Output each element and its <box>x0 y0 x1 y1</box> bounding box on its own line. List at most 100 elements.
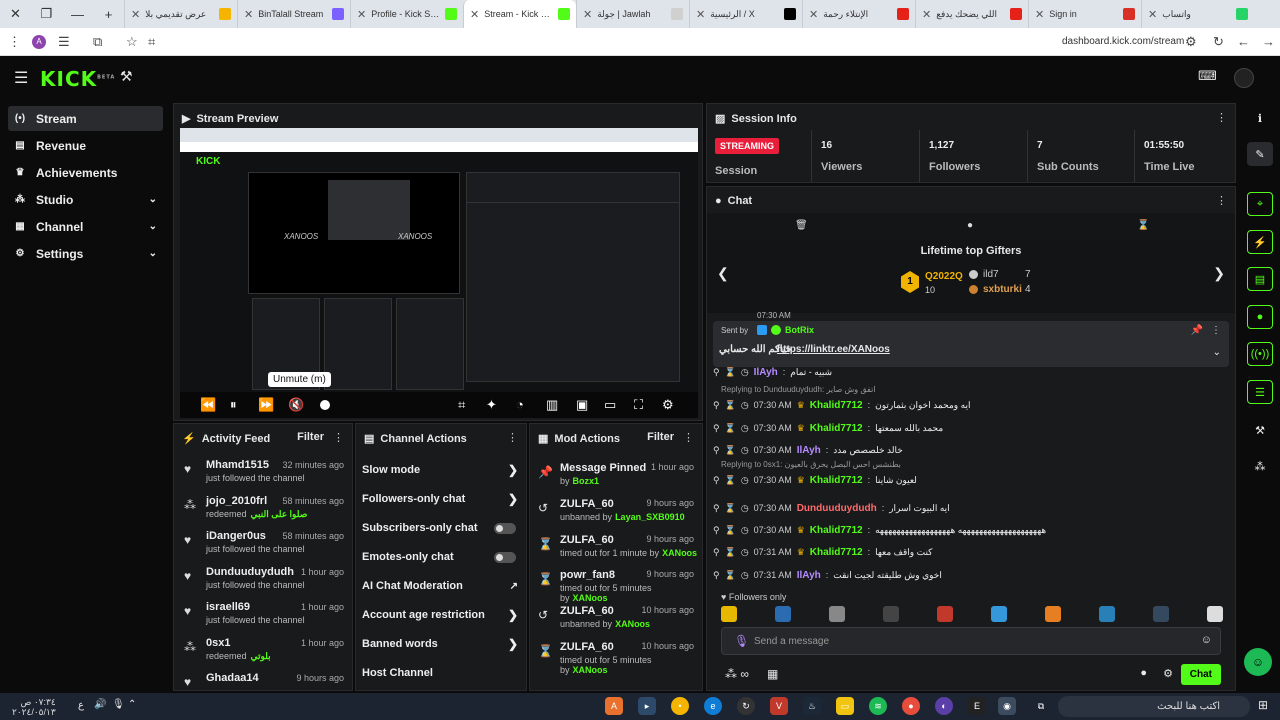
close-tab-icon[interactable]: ✕ <box>131 8 140 21</box>
emote-icon[interactable] <box>883 606 899 622</box>
sidebar-item-studio[interactable]: ⁂ Studio ⌄ <box>8 187 163 212</box>
activity-item[interactable]: ♥ iDanger0us just followed the channel 58 m… <box>174 527 352 563</box>
store-icon[interactable]: ▦ <box>767 667 778 681</box>
profile-avatar[interactable]: A <box>32 35 46 49</box>
new-tab-button[interactable]: + <box>93 0 124 28</box>
filter-button[interactable]: Filter <box>647 431 674 443</box>
mod-action-item[interactable]: ↺ ZULFA_60 unbanned by Layan_SXB0910 9 hours… <box>530 496 702 532</box>
more-options-icon[interactable]: ⋮ <box>1216 194 1227 207</box>
minimize-window-icon[interactable]: — <box>62 0 93 28</box>
community-icon[interactable]: ⁂ ∞ <box>725 667 749 681</box>
chat-username[interactable]: Khalid7712 <box>810 525 863 536</box>
timeout-icon[interactable]: ⌛ <box>725 423 736 434</box>
edit-icon[interactable]: ✎ <box>1247 142 1273 166</box>
browser-tab[interactable]: ✕ Stream - Kick Das <box>463 0 576 28</box>
extensions-icon[interactable]: ⧉ <box>93 34 102 50</box>
chat-message[interactable]: ⚲ ⌛ ◷ 07:30 AM ♛ Khalid7712: محمد بالله سمعتها <box>713 417 1229 439</box>
app-icon-sync[interactable]: ↻ <box>737 697 755 715</box>
chrome-icon[interactable]: ◉ <box>998 697 1016 715</box>
close-window-icon[interactable]: ✕ <box>0 0 31 28</box>
app-icon-discord[interactable]: • <box>671 697 689 715</box>
close-tab-icon[interactable]: ✕ <box>696 8 705 21</box>
browser-tab[interactable]: ✕ Profile - Kick Stre <box>350 0 463 28</box>
toggle-switch[interactable] <box>494 551 516 563</box>
stats-icon[interactable]: ▥ <box>546 397 558 413</box>
close-tab-icon[interactable]: ✕ <box>470 8 479 21</box>
document-icon[interactable]: ▤ <box>1247 267 1273 291</box>
sidebar-item-settings[interactable]: ⚙ Settings ⌄ <box>8 241 163 266</box>
spotify-icon[interactable]: ≋ <box>869 697 887 715</box>
windows-start-icon[interactable]: ⊞ <box>1258 698 1268 712</box>
channel-action-subscribers-only-chat[interactable]: Subscribers-only chat <box>362 514 522 542</box>
epic-games-icon[interactable]: E <box>968 697 986 715</box>
mod-action-item[interactable]: ⌛ ZULFA_60 timed out for 5 minutes by XANoo… <box>530 639 702 675</box>
close-tab-icon[interactable]: ✕ <box>1035 8 1044 21</box>
activity-item[interactable]: ⁂ jojo_2010frl redeemed صلوا على النبي 58 mi… <box>174 492 352 528</box>
sidebar-item-revenue[interactable]: ▤ Revenue <box>8 133 163 158</box>
chat-message[interactable]: ⚲ ⌛ ◷ 07:31 AM ♛ Khalid7712: كنت واقف معها <box>713 541 1229 563</box>
activity-item[interactable]: ♥ israell69 just followed the channel 1 hou… <box>174 598 352 634</box>
activity-item[interactable]: ♥ Ghadaa14 9 hours ago <box>174 669 352 690</box>
wrench-icon[interactable]: ⚒ <box>1247 418 1273 442</box>
channel-action-host-channel[interactable]: Host Channel <box>362 659 522 687</box>
emote-icon[interactable] <box>1153 606 1169 622</box>
fullscreen-icon[interactable]: ⛶ <box>634 397 643 413</box>
chat-username[interactable]: IlAyh <box>754 367 778 378</box>
voicemod-icon[interactable]: V <box>770 697 788 715</box>
close-tab-icon[interactable]: ✕ <box>357 8 366 21</box>
more-options-icon[interactable]: ⋮ <box>333 431 344 444</box>
mod-action-item[interactable]: ⌛ powr_fan8 timed out for 5 minutes by XANo… <box>530 567 702 603</box>
stream-video[interactable]: KICK XANOOS XANOOS Unmute (m) ⏪ ⏸ ⏩ 🔇 ⌗ … <box>180 128 698 418</box>
fast-forward-icon[interactable]: ⏩ <box>258 397 274 413</box>
channel-action-followers-only-chat[interactable]: Followers-only chat ❯ <box>362 485 522 513</box>
app-icon-purple[interactable]: ◐ <box>935 697 953 715</box>
volume-slider[interactable] <box>320 400 330 410</box>
kick-logo[interactable]: KICKBETA <box>40 67 115 91</box>
chat-username[interactable]: IlAyh <box>797 570 821 581</box>
clip-icon[interactable]: ◔ <box>516 397 524 412</box>
close-tab-icon[interactable]: ✕ <box>922 8 931 21</box>
close-tab-icon[interactable]: ✕ <box>244 8 253 21</box>
back-icon[interactable]: → <box>1262 34 1275 49</box>
chat-message[interactable]: ⚲ ⌛ ◷ 07:30 AM ♛ Khalid7712: ههههههههههههههههه… <box>713 519 1229 541</box>
chat-message[interactable]: ⚲ ⌛ ◷ 07:30 AM IlAyh: خالد خلصصص مدد <box>713 439 1229 461</box>
pin-message-icon[interactable]: ⚲ <box>713 445 720 456</box>
menu-dots-icon[interactable]: ⋮ <box>8 34 21 50</box>
sliders-icon[interactable]: ☰ <box>1247 380 1273 404</box>
sidebar-item-achievements[interactable]: ♛ Achievements <box>8 160 163 185</box>
timeout-icon[interactable]: ⌛ <box>725 400 736 411</box>
emote-icon[interactable] <box>721 606 737 622</box>
nodes-icon[interactable]: ⁂ <box>1247 454 1273 478</box>
timeout-icon[interactable]: ⌛ <box>725 503 736 514</box>
steam-icon[interactable]: ♨ <box>803 697 821 715</box>
mod-action-item[interactable]: 📌 Message Pinned by Bozx1 1 hour ago <box>530 460 702 496</box>
timeout-icon[interactable]: ⌛ <box>725 367 736 378</box>
pin-message-icon[interactable]: ⚲ <box>713 547 720 558</box>
chat-message[interactable]: ⚲ ⌛ ◷ 07:30 AM ♛ Khalid7712: ايه ومحمد اخوان ب… <box>713 394 1229 416</box>
pin-message-icon[interactable]: ⚲ <box>713 367 720 378</box>
pin-message-icon[interactable]: ⚲ <box>713 423 720 434</box>
info-icon[interactable]: ℹ <box>1247 106 1273 130</box>
channel-action-ai-chat-moderation[interactable]: AI Chat Moderation ↗ <box>362 572 522 600</box>
pin-message-icon[interactable]: ⚲ <box>713 570 720 581</box>
browser-tab[interactable]: ✕ الإنتلاء رحمة <box>802 0 915 28</box>
emoji-icon[interactable]: ☺ <box>1201 634 1212 646</box>
trash-icon[interactable]: 🗑 <box>795 220 808 231</box>
chat-message[interactable]: ⚲ ⌛ ◷ IlAyh: شبيه - تمام <box>713 361 1229 383</box>
chat-bubble-icon[interactable]: ● <box>1140 667 1147 679</box>
app-icon-record[interactable]: ● <box>902 697 920 715</box>
pip-icon[interactable]: ▣ <box>576 397 588 413</box>
chat-message[interactable]: ⚲ ⌛ ◷ 07:30 AM Dunduuduydudh: ايه البيوت اسرا… <box>713 497 1229 519</box>
reload-icon[interactable]: ↻ <box>1213 34 1224 50</box>
chat-username[interactable]: Khalid7712 <box>810 547 863 558</box>
close-tab-icon[interactable]: ✕ <box>583 8 592 21</box>
translate-icon[interactable]: ⌗ <box>148 34 155 50</box>
chat-message[interactable]: ⚲ ⌛ ◷ 07:31 AM IlAyh: اخوي وش طليقته لجيت انق… <box>713 564 1229 586</box>
channel-action-slow-mode[interactable]: Slow mode ❯ <box>362 456 522 484</box>
emote-icon[interactable] <box>1207 606 1223 622</box>
browser-tab[interactable]: ✕ BinTalall Stream <box>237 0 350 28</box>
more-options-icon[interactable]: ⋮ <box>507 431 518 444</box>
next-arrow-icon[interactable]: ❯ <box>1213 265 1225 282</box>
hourglass-tab-icon[interactable]: ⌛ <box>1137 220 1149 231</box>
browser-tab[interactable]: ✕ الرئيسية / X <box>689 0 802 28</box>
